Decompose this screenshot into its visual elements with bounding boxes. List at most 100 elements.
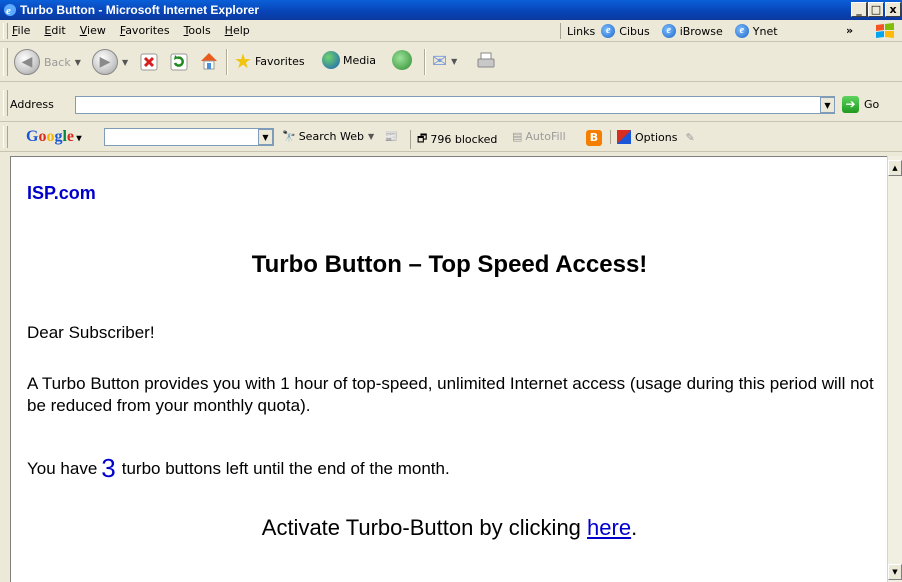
options-icon	[617, 130, 631, 144]
search-web-label: Search Web	[298, 130, 364, 143]
options-button[interactable]: Options ✎	[610, 130, 695, 144]
mail-button[interactable]: ✉ ▼	[432, 51, 457, 72]
links-bar: Links e Cibus e iBrowse e Ynet	[560, 23, 790, 39]
pagerank-button[interactable]: 📰	[384, 130, 398, 143]
brand-logo: ISP.com	[27, 183, 96, 203]
chevron-down-icon[interactable]: ▼	[368, 132, 374, 141]
media-button[interactable]: Media	[322, 51, 376, 69]
go-arrow-icon: ➔	[842, 96, 859, 113]
toolbar-separator	[424, 49, 426, 75]
menu-file[interactable]: File	[12, 24, 30, 37]
autofill-button[interactable]: ▤ AutoFill	[512, 130, 566, 143]
refresh-button[interactable]	[168, 51, 190, 73]
pencil-icon: ✎	[685, 130, 695, 144]
home-icon	[198, 50, 220, 72]
blogger-button[interactable]: B	[586, 130, 602, 146]
chevron-down-icon[interactable]: ▼	[258, 129, 273, 145]
favorites-button[interactable]: ★ Favorites	[234, 51, 305, 71]
menu-edit[interactable]: Edit	[44, 24, 65, 37]
link-label: Cibus	[619, 24, 650, 38]
search-web-button[interactable]: 🔭 Search Web ▼	[282, 130, 374, 143]
vertical-scrollbar[interactable]: ▲ ▼	[887, 156, 902, 582]
chevron-down-icon[interactable]: ▼	[451, 57, 457, 66]
page-viewport: ISP.com Turbo Button – Top Speed Access!…	[10, 156, 887, 582]
star-icon: ★	[234, 49, 252, 73]
go-button[interactable]: ➔ Go	[842, 96, 879, 113]
refresh-icon	[168, 51, 190, 73]
menu-view[interactable]: View	[80, 24, 106, 37]
ie-page-icon: e	[661, 24, 676, 38]
title-bar: e Turbo Button - Microsoft Internet Expl…	[0, 0, 902, 20]
home-button[interactable]	[198, 50, 220, 72]
google-toolbar: Google ▾ ▼ 🔭 Search Web ▼ 📰 🗗 796 blocke…	[0, 122, 902, 152]
address-toolbar: Address ▼ ➔ Go	[0, 82, 902, 122]
page-title: Turbo Button – Top Speed Access!	[251, 251, 648, 278]
back-button[interactable]: ◀ Back ▼	[14, 49, 81, 75]
printer-icon	[477, 52, 495, 68]
google-search-input[interactable]	[104, 128, 274, 146]
activate-suffix: .	[631, 515, 638, 540]
toolbar-grip[interactable]	[3, 126, 8, 148]
autofill-label: AutoFill	[525, 130, 566, 143]
google-logo[interactable]: Google ▾	[26, 128, 82, 146]
stop-button[interactable]	[138, 51, 160, 73]
back-label: Back	[44, 55, 71, 69]
chevron-down-icon[interactable]: ▼	[122, 58, 128, 67]
toolbar-grip[interactable]	[3, 90, 8, 116]
print-button[interactable]	[476, 51, 496, 71]
menu-bar: File Edit View Favorites Tools Help Link…	[0, 20, 902, 42]
activate-line: Activate Turbo-Button by clicking here.	[11, 515, 887, 541]
media-label: Media	[343, 53, 377, 67]
blogger-icon: B	[586, 130, 602, 146]
address-input[interactable]	[75, 96, 835, 114]
remaining-suffix: turbo buttons left until the end of the …	[121, 459, 450, 478]
menu-tools[interactable]: Tools	[184, 24, 211, 37]
ie-icon: e	[4, 4, 16, 17]
forward-button[interactable]: ▶ ▼	[92, 49, 128, 75]
ie-page-icon: e	[601, 24, 616, 38]
toolbar-grip[interactable]	[3, 23, 8, 39]
close-button[interactable]: x	[885, 2, 901, 17]
chevron-down-icon[interactable]: ▼	[75, 58, 81, 67]
history-button[interactable]	[392, 50, 412, 70]
media-icon	[322, 51, 340, 69]
link-label: Ynet	[752, 24, 778, 38]
scroll-up-button[interactable]: ▲	[888, 160, 902, 176]
forward-arrow-icon: ▶	[92, 49, 118, 75]
remaining-text: You have 3 turbo buttons left until the en…	[27, 453, 450, 484]
scroll-down-button[interactable]: ▼	[888, 564, 902, 580]
ie-page-icon: e	[734, 24, 749, 38]
toolbar-separator	[226, 49, 228, 75]
chevron-down-icon[interactable]: ▼	[820, 97, 835, 113]
links-label: Links	[567, 24, 596, 38]
activate-prefix: Activate Turbo-Button by clicking	[261, 515, 581, 540]
link-cibus[interactable]: e Cibus	[601, 24, 650, 38]
link-ibrowse[interactable]: e iBrowse	[661, 24, 723, 38]
popup-blocker-button[interactable]: 🗗 796 blocked	[410, 130, 497, 149]
news-icon: 📰	[384, 130, 398, 143]
activate-link[interactable]: here	[587, 515, 631, 540]
stop-icon	[138, 51, 160, 73]
menu-favorites[interactable]: Favorites	[120, 24, 170, 37]
remaining-prefix: You have	[27, 459, 98, 478]
toolbar-grip[interactable]	[3, 48, 8, 76]
maximize-button[interactable]: □	[868, 2, 884, 17]
options-label: Options	[635, 130, 678, 144]
windows-logo-icon	[876, 23, 894, 38]
mail-icon: ✉	[432, 51, 448, 72]
autofill-icon: ▤	[512, 130, 523, 143]
favorites-label: Favorites	[254, 54, 305, 68]
links-chevron-icon[interactable]: »	[846, 24, 853, 37]
standard-toolbar: ◀ Back ▼ ▶ ▼ ★ Favorites Media ✉ ▼	[0, 42, 902, 82]
blocked-count-label: 796 blocked	[430, 133, 498, 146]
link-ynet[interactable]: e Ynet	[734, 24, 778, 38]
remaining-count: 3	[101, 453, 116, 483]
menu-help[interactable]: Help	[225, 24, 250, 37]
minimize-button[interactable]: _	[851, 2, 867, 17]
link-label: iBrowse	[679, 24, 723, 38]
menu-items: File Edit View Favorites Tools Help	[12, 24, 264, 37]
window-controls: _ □ x	[851, 2, 902, 17]
greeting-text: Dear Subscriber!	[27, 323, 155, 342]
popup-blocker-icon: 🗗	[417, 132, 428, 145]
window-title: Turbo Button - Microsoft Internet Explor…	[20, 3, 260, 17]
